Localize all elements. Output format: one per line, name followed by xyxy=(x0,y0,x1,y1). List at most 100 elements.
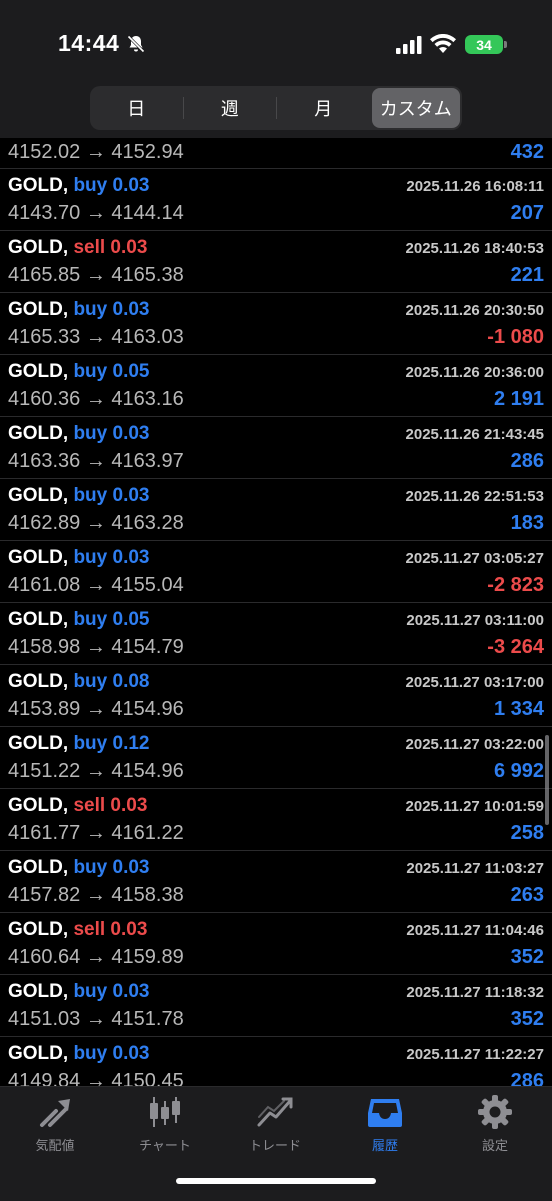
segment-week[interactable]: 週 xyxy=(186,88,275,128)
deal-row[interactable]: GOLD, buy 0.03 2025.11.26 16:08:11 4143.70… xyxy=(0,169,552,231)
deal-row[interactable]: GOLD, buy 0.03 2025.11.26 20:30:50 4165.33… xyxy=(0,293,552,355)
deal-prices: 4161.08 → 4155.04 xyxy=(8,574,184,596)
status-time: 14:44 xyxy=(58,30,120,56)
tab-label: 設定 xyxy=(481,1138,508,1153)
deal-symbol: GOLD, buy 0.08 xyxy=(8,671,150,693)
list-scrollbar[interactable] xyxy=(545,735,549,825)
deal-datetime: 2025.11.27 11:22:27 xyxy=(406,1046,544,1063)
deal-symbol: GOLD, buy 0.03 xyxy=(8,175,150,197)
deal-profit: 207 xyxy=(510,202,544,224)
deal-symbol: GOLD, buy 0.03 xyxy=(8,423,150,445)
deal-prices: 4158.98 → 4154.79 xyxy=(8,636,184,658)
deal-symbol: GOLD, buy 0.05 xyxy=(8,361,150,383)
deal-profit: 286 xyxy=(510,450,544,472)
wifi-icon xyxy=(430,34,456,53)
deal-symbol: GOLD, buy 0.03 xyxy=(8,981,150,1003)
deal-datetime: 2025.11.27 03:11:00 xyxy=(406,612,544,629)
deal-row[interactable]: GOLD, buy 0.08 2025.11.27 03:17:00 4153.89… xyxy=(0,665,552,727)
deal-symbol-name: GOLD, xyxy=(8,361,69,382)
tab-settings[interactable]: 設定 xyxy=(440,1095,550,1154)
tab-chart[interactable]: チャート xyxy=(110,1095,220,1154)
deal-symbol-name: GOLD, xyxy=(8,795,69,816)
deal-row[interactable]: GOLD, buy 0.03 2025.11.27 11:22:27 4149.84… xyxy=(0,1037,552,1086)
deal-symbol: GOLD, buy 0.03 xyxy=(8,299,150,321)
deal-symbol: GOLD, buy 0.03 xyxy=(8,857,150,879)
deal-symbol: GOLD, sell 0.03 xyxy=(8,795,147,817)
deal-profit: 352 xyxy=(510,1008,544,1030)
segment-month[interactable]: 月 xyxy=(279,88,368,128)
deal-side: buy 0.03 xyxy=(73,857,150,878)
deal-row[interactable]: GOLD, buy 0.03 2025.11.26 22:51:53 4162.89… xyxy=(0,479,552,541)
deal-datetime: 2025.11.26 18:40:53 xyxy=(405,240,544,257)
deal-symbol-name: GOLD, xyxy=(8,919,69,940)
deal-prices: 4160.36 → 4163.16 xyxy=(8,388,184,410)
tab-trade[interactable]: トレード xyxy=(220,1095,330,1154)
deal-profit: -1 080 xyxy=(487,326,544,348)
tab-history[interactable]: 履歴 xyxy=(330,1095,440,1154)
deal-symbol: GOLD, buy 0.03 xyxy=(8,1043,150,1065)
battery-indicator: 34 xyxy=(465,35,503,54)
deal-prices: 4165.33 → 4163.03 xyxy=(8,326,184,348)
deal-prices: 4152.02 → 4152.94 xyxy=(8,141,184,163)
segment-divider xyxy=(276,97,277,119)
deal-history-list[interactable]: 4152.02 → 4152.94 432 GOLD, buy 0.03 2025… xyxy=(0,138,552,1086)
deal-profit: -3 264 xyxy=(487,636,544,658)
deal-symbol-name: GOLD, xyxy=(8,237,69,258)
deal-row[interactable]: GOLD, buy 0.05 2025.11.27 03:11:00 4158.98… xyxy=(0,603,552,665)
deal-symbol-name: GOLD, xyxy=(8,981,69,1002)
segment-day[interactable]: 日 xyxy=(92,88,181,128)
deal-datetime: 2025.11.27 03:22:00 xyxy=(405,736,544,753)
deal-symbol-name: GOLD, xyxy=(8,609,69,630)
deal-profit: 258 xyxy=(510,822,544,844)
deal-row[interactable]: GOLD, buy 0.05 2025.11.26 20:36:00 4160.36… xyxy=(0,355,552,417)
deal-side: buy 0.03 xyxy=(73,981,150,1002)
deal-symbol: GOLD, buy 0.03 xyxy=(8,485,150,507)
tab-label: トレード xyxy=(248,1138,301,1153)
deal-profit: 352 xyxy=(510,946,544,968)
deal-symbol-name: GOLD, xyxy=(8,485,69,506)
deal-row[interactable]: GOLD, buy 0.03 2025.11.27 11:18:32 4151.03… xyxy=(0,975,552,1037)
deal-profit: 432 xyxy=(510,141,544,163)
deal-prices: 4151.22 → 4154.96 xyxy=(8,760,184,782)
deal-profit: 6 992 xyxy=(493,760,544,782)
deal-profit: 1 334 xyxy=(493,698,544,720)
deal-symbol-name: GOLD, xyxy=(8,175,69,196)
deal-datetime: 2025.11.27 03:17:00 xyxy=(405,674,544,691)
deal-row[interactable]: GOLD, buy 0.03 2025.11.26 21:43:45 4163.36… xyxy=(0,417,552,479)
deal-symbol: GOLD, sell 0.03 xyxy=(8,919,147,941)
period-segmented-control: 日 週 月 カスタム xyxy=(90,86,462,130)
period-filter-bar: 日 週 月 カスタム xyxy=(0,86,552,138)
deal-row[interactable]: GOLD, sell 0.03 2025.11.27 10:01:59 4161.7… xyxy=(0,789,552,851)
deal-datetime: 2025.11.27 03:05:27 xyxy=(405,550,544,567)
deal-side: buy 0.03 xyxy=(73,423,150,444)
tab-label: チャート xyxy=(139,1138,191,1153)
deal-profit: 183 xyxy=(510,512,544,534)
segment-custom[interactable]: カスタム xyxy=(371,88,460,128)
deal-prices: 4157.82 → 4158.38 xyxy=(8,884,184,906)
deal-profit: 263 xyxy=(510,884,544,906)
deal-profit: 2 191 xyxy=(493,388,544,410)
deal-datetime: 2025.11.27 11:18:32 xyxy=(406,984,544,1001)
deal-datetime: 2025.11.26 16:08:11 xyxy=(406,178,544,195)
battery-level: 34 xyxy=(476,36,492,53)
deal-row[interactable]: GOLD, sell 0.03 2025.11.27 11:04:46 4160.6… xyxy=(0,913,552,975)
settings-gear-icon xyxy=(478,1095,512,1129)
deal-row[interactable]: GOLD, buy 0.03 2025.11.27 11:03:27 4157.82… xyxy=(0,851,552,913)
tab-quotes[interactable]: 気配値 xyxy=(0,1095,110,1154)
deal-datetime: 2025.11.26 20:36:00 xyxy=(405,364,544,381)
deal-symbol-name: GOLD, xyxy=(8,1043,69,1064)
trade-trend-icon xyxy=(257,1097,293,1127)
deal-prices: 4165.85 → 4165.38 xyxy=(8,264,184,286)
deal-symbol-name: GOLD, xyxy=(8,857,69,878)
deal-row[interactable]: GOLD, buy 0.03 2025.11.27 03:05:27 4161.08… xyxy=(0,541,552,603)
cellular-signal-icon xyxy=(396,36,422,54)
deal-side: sell 0.03 xyxy=(73,795,148,816)
battery-tip xyxy=(504,41,507,48)
bell-muted-icon xyxy=(127,35,145,53)
home-indicator[interactable] xyxy=(176,1178,376,1184)
deal-row[interactable]: GOLD, sell 0.03 2025.11.26 18:40:53 4165.8… xyxy=(0,231,552,293)
deal-side: sell 0.03 xyxy=(73,919,148,940)
deal-row[interactable]: GOLD, buy 0.12 2025.11.27 03:22:00 4151.22… xyxy=(0,727,552,789)
deal-row[interactable]: 4152.02 → 4152.94 432 xyxy=(0,138,552,169)
deal-prices: 4161.77 → 4161.22 xyxy=(8,822,184,844)
